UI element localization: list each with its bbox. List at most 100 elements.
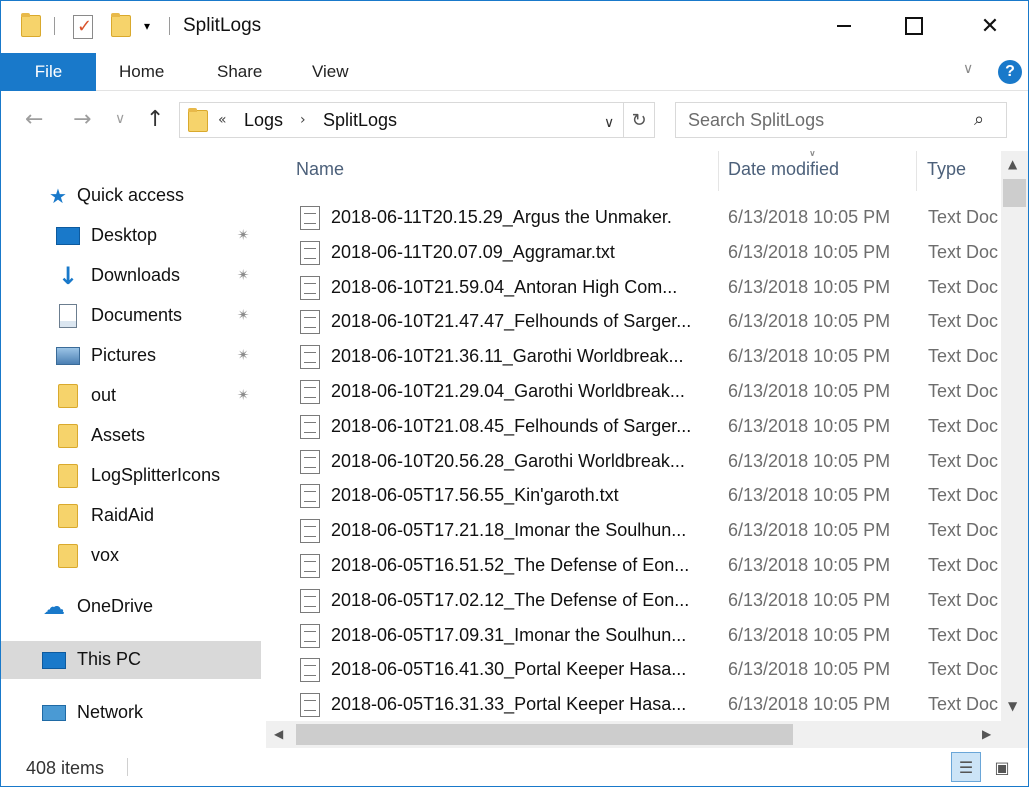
sidebar-item-desktop[interactable]: Desktop ✴ bbox=[1, 217, 261, 255]
sidebar-item-label: Network bbox=[77, 702, 144, 722]
expand-ribbon-icon[interactable]: ∨ bbox=[963, 61, 973, 77]
file-type: Text Doc bbox=[928, 207, 999, 227]
sidebar-item-out[interactable]: out ✴ bbox=[1, 377, 261, 415]
column-header-date-modified[interactable]: Date modified bbox=[728, 159, 839, 180]
star-icon: ★ bbox=[49, 184, 67, 208]
table-row[interactable]: 2018-06-05T16.41.30_Portal Keeper Hasa..… bbox=[294, 653, 1001, 687]
pin-icon: ✴ bbox=[237, 266, 250, 284]
table-row[interactable]: 2018-06-05T17.21.18_Imonar the Soulhun..… bbox=[294, 514, 1001, 548]
sidebar-item-label: Pictures bbox=[91, 345, 157, 365]
breadcrumb-logs[interactable]: Logs bbox=[244, 110, 283, 131]
minimize-button[interactable] bbox=[819, 1, 869, 51]
file-name: 2018-06-05T17.09.31_Imonar the Soulhun..… bbox=[331, 624, 687, 645]
file-name: 2018-06-10T21.36.11_Garothi Worldbreak..… bbox=[331, 346, 684, 367]
sidebar-item-network[interactable]: Network bbox=[1, 694, 261, 732]
cloud-icon: ☁ bbox=[43, 594, 65, 620]
table-row[interactable]: 2018-06-10T20.56.28_Garothi Worldbreak..… bbox=[294, 445, 1001, 479]
table-row[interactable]: 2018-06-05T16.51.52_The Defense of Eon..… bbox=[294, 549, 1001, 583]
date-modified: 6/13/2018 10:05 PM bbox=[728, 207, 891, 227]
column-divider[interactable] bbox=[718, 151, 719, 191]
tab-home[interactable]: Home bbox=[119, 53, 164, 91]
table-row[interactable]: 2018-06-05T17.09.31_Imonar the Soulhun..… bbox=[294, 619, 1001, 653]
sidebar-item-pictures[interactable]: Pictures ✴ bbox=[1, 337, 261, 375]
up-button[interactable]: ↑ bbox=[146, 107, 164, 132]
details-view-button[interactable]: ☰ bbox=[951, 752, 981, 782]
quick-access-toolbar-dropdown[interactable]: ▾ bbox=[144, 19, 150, 33]
sidebar-item-assets[interactable]: Assets bbox=[1, 417, 261, 455]
new-folder-button[interactable] bbox=[111, 13, 131, 37]
breadcrumb-splitlogs[interactable]: SplitLogs bbox=[323, 110, 397, 131]
horizontal-scroll-thumb[interactable] bbox=[296, 724, 793, 745]
file-name: 2018-06-10T20.56.28_Garothi Worldbreak..… bbox=[331, 450, 685, 471]
address-dropdown-icon[interactable]: ∨ bbox=[604, 115, 614, 131]
recent-locations-button[interactable]: ∨ bbox=[115, 111, 125, 127]
sidebar-item-vox[interactable]: vox bbox=[1, 537, 261, 575]
search-icon[interactable]: ⌕ bbox=[974, 109, 984, 130]
help-icon[interactable]: ? bbox=[998, 60, 1022, 84]
table-row[interactable]: 2018-06-05T17.02.12_The Defense of Eon..… bbox=[294, 584, 1001, 618]
table-row[interactable]: 2018-06-10T21.59.04_Antoran High Com... 6… bbox=[294, 271, 1001, 305]
vertical-scroll-thumb[interactable] bbox=[1003, 179, 1026, 207]
scroll-right-button[interactable]: ▶ bbox=[982, 727, 991, 741]
table-row[interactable]: 2018-06-10T21.08.45_Felhounds of Sarger.… bbox=[294, 410, 1001, 444]
forward-button[interactable]: → bbox=[73, 107, 91, 132]
sidebar-item-label: Downloads bbox=[91, 265, 181, 285]
properties-button[interactable]: ✓ bbox=[73, 15, 93, 39]
vertical-scrollbar[interactable]: ▲ ▼ bbox=[1001, 151, 1028, 721]
scroll-left-button[interactable]: ◀ bbox=[274, 727, 283, 741]
refresh-button[interactable]: ↻ bbox=[623, 102, 655, 138]
window-title: SplitLogs bbox=[183, 15, 262, 36]
tab-file[interactable]: File bbox=[1, 53, 96, 91]
sidebar-item-this-pc[interactable]: This PC bbox=[1, 641, 261, 679]
minimize-icon bbox=[837, 25, 851, 27]
file-name: 2018-06-05T16.51.52_The Defense of Eon..… bbox=[331, 555, 690, 575]
maximize-button[interactable] bbox=[889, 1, 939, 51]
search-box[interactable]: ⌕ bbox=[675, 102, 1007, 138]
scroll-up-button[interactable]: ▲ bbox=[1008, 157, 1017, 171]
table-row[interactable]: 2018-06-11T20.15.29_Argus the Unmaker. 6/… bbox=[294, 201, 1001, 235]
navigation-bar: ← → ∨ ↑ « Logs › SplitLogs ∨ ↻ ⌕ bbox=[1, 91, 1028, 151]
breadcrumb-separator[interactable]: › bbox=[300, 112, 306, 128]
table-row[interactable]: 2018-06-10T21.29.04_Garothi Worldbreak..… bbox=[294, 375, 1001, 409]
large-icons-view-button[interactable]: ▣ bbox=[987, 752, 1017, 782]
file-name: 2018-06-10T21.29.04_Garothi Worldbreak..… bbox=[331, 381, 685, 401]
tab-share[interactable]: Share bbox=[217, 53, 262, 91]
tab-view[interactable]: View bbox=[312, 53, 349, 91]
sidebar-item-logsplittericons[interactable]: LogSplitterIcons bbox=[1, 457, 261, 495]
file-name: 2018-06-10T21.08.45_Felhounds of Sarger.… bbox=[331, 415, 692, 436]
address-bar[interactable]: « Logs › SplitLogs ∨ bbox=[179, 102, 624, 138]
table-row[interactable]: 2018-06-05T16.31.33_Portal Keeper Hasa..… bbox=[294, 688, 1001, 721]
search-input[interactable] bbox=[676, 103, 966, 137]
sidebar-item-downloads[interactable]: ↓ Downloads ✴ bbox=[1, 257, 261, 295]
folder-icon bbox=[55, 503, 81, 529]
breadcrumb-overflow[interactable]: « bbox=[218, 112, 227, 128]
date-modified: 6/13/2018 10:05 PM bbox=[728, 589, 891, 610]
table-row[interactable]: 2018-06-11T20.07.09_Aggramar.txt 6/13/201… bbox=[294, 236, 1001, 270]
scroll-down-button[interactable]: ▼ bbox=[1008, 699, 1017, 713]
sidebar-item-raidaid[interactable]: RaidAid bbox=[1, 497, 261, 535]
item-count: 408 items bbox=[26, 758, 105, 778]
sidebar-item-quick-access[interactable]: ★ Quick access bbox=[1, 177, 261, 215]
file-type: Text Doc bbox=[928, 485, 999, 506]
back-button[interactable]: ← bbox=[25, 107, 43, 132]
column-header-type[interactable]: Type bbox=[927, 159, 966, 180]
column-header-name[interactable]: Name bbox=[296, 159, 344, 180]
file-name: 2018-06-11T20.15.29_Argus the Unmaker. bbox=[331, 207, 672, 227]
file-type: Text Doc bbox=[928, 381, 999, 401]
file-name: 2018-06-05T16.31.33_Portal Keeper Hasa..… bbox=[331, 694, 687, 715]
sidebar-item-documents[interactable]: Documents ✴ bbox=[1, 297, 261, 335]
column-divider[interactable] bbox=[916, 151, 917, 191]
downloads-icon: ↓ bbox=[57, 262, 79, 290]
sidebar-item-label: Documents bbox=[91, 305, 183, 325]
sort-indicator-icon: ∨ bbox=[808, 151, 817, 159]
table-row[interactable]: 2018-06-10T21.47.47_Felhounds of Sarger.… bbox=[294, 305, 1001, 339]
folder-icon bbox=[55, 543, 81, 569]
table-row[interactable]: 2018-06-05T17.56.55_Kin'garoth.txt 6/13/2… bbox=[294, 479, 1001, 513]
horizontal-scrollbar[interactable]: ◀ ▶ bbox=[266, 721, 1001, 748]
sidebar-item-label: vox bbox=[91, 545, 120, 565]
sidebar-item-onedrive[interactable]: ☁ OneDrive bbox=[1, 588, 261, 626]
close-button[interactable]: ✕ bbox=[965, 1, 1015, 51]
table-row[interactable]: 2018-06-10T21.36.11_Garothi Worldbreak..… bbox=[294, 340, 1001, 374]
file-type: Text Doc bbox=[928, 276, 999, 297]
toolbar-separator bbox=[54, 17, 55, 35]
